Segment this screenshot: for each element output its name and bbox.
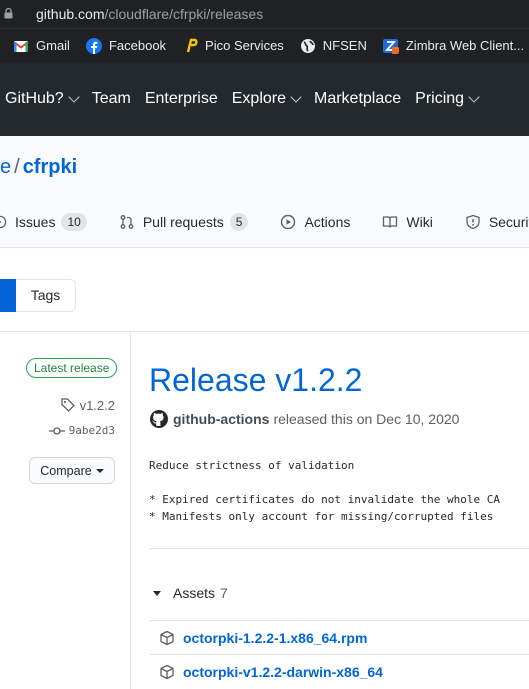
- asset-row: octorpki-v1.2.2-darwin-x86_64: [149, 654, 529, 688]
- tab-label: Pull requests: [142, 214, 224, 230]
- asset-row: octorpki-1.2.2-1.x86_64.rpm: [149, 620, 529, 654]
- tag-icon: [60, 398, 75, 412]
- bookmark-facebook[interactable]: Facebook: [85, 37, 167, 54]
- nav-label: Explore: [231, 90, 286, 107]
- releases-tab-selected[interactable]: [0, 279, 16, 312]
- release-title[interactable]: Release v1.2.2: [149, 362, 362, 399]
- gmail-icon: [13, 40, 29, 52]
- nav-pricing[interactable]: Pricing: [415, 90, 480, 108]
- asset-download-link[interactable]: octorpki-1.2.2-1.x86_64.rpm: [183, 630, 367, 646]
- facebook-icon: [85, 37, 102, 54]
- bookmark-label: Gmail: [36, 38, 70, 53]
- url-host: github.com: [36, 6, 105, 22]
- zimbra-icon: [382, 38, 399, 54]
- nav-marketplace[interactable]: Marketplace: [314, 90, 401, 108]
- nav-label: Enterprise: [144, 90, 218, 107]
- bookmarks-bar: Gmail Facebook Pico Services NFSEN Zimbr…: [0, 28, 529, 62]
- release-tag-link[interactable]: v1.2.2: [60, 397, 115, 413]
- issues-count-badge: 10: [61, 213, 87, 231]
- bookmark-label: Facebook: [108, 38, 167, 53]
- release-date-text: released this on Dec 10, 2020: [273, 411, 460, 427]
- release-meta-column: [0, 332, 131, 689]
- chevron-down-icon: [68, 90, 80, 103]
- compare-button[interactable]: Compare: [29, 457, 115, 484]
- package-icon: [160, 664, 174, 679]
- bookmark-zimbra[interactable]: Zimbra Web Client...: [382, 38, 525, 54]
- tab-issues[interactable]: Issues 10: [0, 213, 87, 231]
- bookmark-label: Pico Services: [205, 38, 284, 53]
- latest-release-badge: Latest release: [26, 358, 118, 378]
- release-note-line: * Manifests only account for missing/cor…: [149, 510, 494, 523]
- caret-down-icon: [95, 468, 104, 473]
- lock-icon: [4, 8, 13, 19]
- package-icon: [160, 630, 174, 645]
- shield-icon: [466, 214, 480, 230]
- bookmark-label: Zimbra Web Client...: [405, 38, 525, 53]
- bookmark-partial[interactable]: [0, 38, 5, 54]
- bookmark-pico-services[interactable]: Pico Services: [182, 38, 284, 54]
- release-byline: github-actions released this on Dec 10, …: [149, 409, 459, 429]
- url-path: /cloudflare/cfrpki/releases: [104, 6, 264, 22]
- release-note-line: * Expired certificates do not invalidate…: [149, 493, 500, 506]
- assets-label: Assets: [173, 585, 216, 601]
- asset-download-link[interactable]: octorpki-v1.2.2-darwin-x86_64: [183, 664, 383, 680]
- release-note-line: [149, 474, 500, 491]
- tags-button[interactable]: Tags: [16, 279, 76, 312]
- nav-label: Team: [91, 90, 131, 107]
- tab-wiki[interactable]: Wiki: [382, 214, 433, 230]
- nav-enterprise[interactable]: Enterprise: [145, 90, 218, 108]
- bookmark-gmail[interactable]: Gmail: [13, 38, 70, 54]
- issue-icon: [0, 215, 7, 229]
- github-actions-avatar[interactable]: [149, 409, 169, 429]
- nav-label: Pricing: [415, 90, 465, 107]
- github-header: GitHub? Team Enterprise Explore Marketpl…: [0, 62, 529, 136]
- chevron-down-icon: [468, 90, 480, 103]
- bookmark-label: NFSEN: [322, 38, 367, 53]
- nav-explore[interactable]: Explore: [231, 90, 302, 108]
- tag-label: v1.2.2: [79, 397, 115, 413]
- globe-icon: [300, 38, 315, 53]
- nav-why-github[interactable]: GitHub?: [5, 90, 80, 108]
- repo-owner-link[interactable]: e: [0, 156, 11, 178]
- release-commit-link[interactable]: 9abe2d3: [48, 424, 115, 437]
- pulls-count-badge: 5: [229, 213, 249, 231]
- chevron-down-icon: [290, 90, 302, 103]
- release-notes: Reduce strictness of validation * Expired…: [149, 457, 500, 525]
- url-text[interactable]: github.com/cloudflare/cfrpki/releases: [36, 6, 263, 22]
- repo-name-link[interactable]: cfrpki: [23, 156, 77, 178]
- tab-label: Issues: [15, 214, 56, 230]
- pico-icon: [186, 38, 198, 52]
- tab-pull-requests[interactable]: Pull requests 5: [119, 213, 249, 231]
- tab-label: Wiki: [406, 214, 433, 230]
- play-icon: [281, 214, 296, 230]
- assets-toggle[interactable]: Assets 7: [153, 585, 228, 601]
- repo-separator: /: [14, 156, 20, 178]
- repo-title: e / cfrpki: [0, 156, 77, 179]
- release-author-link[interactable]: github-actions: [173, 411, 269, 427]
- assets-count: 7: [220, 585, 228, 601]
- tab-label: Security: [488, 214, 529, 230]
- bookmark-nfsen[interactable]: NFSEN: [300, 38, 367, 54]
- tab-actions[interactable]: Actions: [280, 214, 350, 230]
- pull-request-icon: [120, 215, 134, 229]
- triangle-down-icon: [153, 590, 161, 596]
- book-icon: [383, 216, 398, 228]
- commit-icon: [48, 426, 65, 435]
- compare-label: Compare: [40, 463, 92, 478]
- notes-divider: [149, 548, 529, 549]
- browser-address-bar[interactable]: github.com/cloudflare/cfrpki/releases: [0, 0, 529, 28]
- tab-security[interactable]: Security: [465, 214, 529, 230]
- nav-team[interactable]: Team: [92, 90, 131, 108]
- repo-tabs: Issues 10 Pull requests 5 Actions Wiki S…: [0, 213, 529, 231]
- tab-label: Actions: [304, 214, 351, 230]
- commit-sha: 9abe2d3: [68, 424, 115, 437]
- repo-header: e / cfrpki Issues 10 Pull requests 5 Act…: [0, 136, 529, 248]
- nav-label: GitHub?: [5, 90, 64, 107]
- nav-label: Marketplace: [314, 90, 402, 107]
- release-note-line: Reduce strictness of validation: [149, 459, 355, 472]
